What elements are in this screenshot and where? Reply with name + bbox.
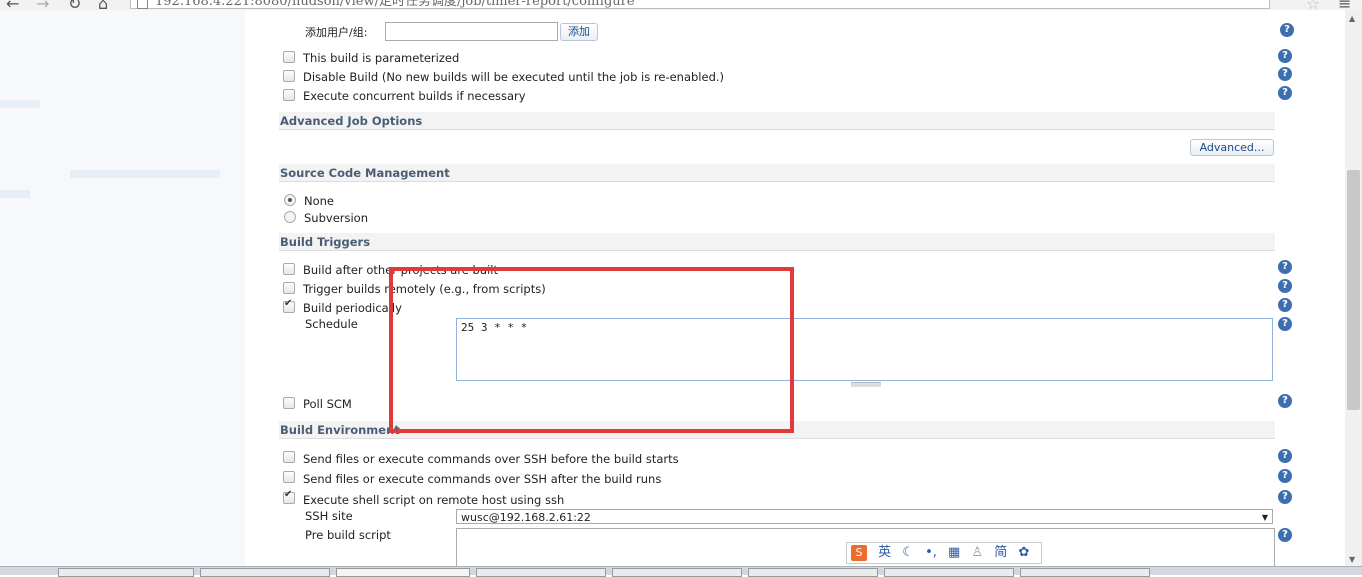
sidebar-placeholder <box>0 190 30 198</box>
back-icon[interactable]: ← <box>6 0 19 10</box>
keyboard-icon[interactable]: ▦ <box>948 543 960 563</box>
scroll-down-icon[interactable]: ▼ <box>1349 555 1355 564</box>
help-icon[interactable]: ? <box>1278 49 1292 63</box>
bookmark-star-icon[interactable]: ☆ <box>1306 0 1320 10</box>
taskbar-item[interactable] <box>884 568 1014 577</box>
scm-none-radio[interactable] <box>284 194 296 206</box>
ssh-site-label: SSH site <box>305 509 353 523</box>
forward-icon[interactable]: → <box>36 0 49 10</box>
scrollbar-thumb[interactable] <box>1347 170 1360 410</box>
scm-header: Source Code Management <box>279 164 1275 182</box>
parameterized-checkbox[interactable] <box>283 51 295 63</box>
build-after-other-checkbox[interactable] <box>283 263 295 275</box>
settings-gear-icon[interactable]: ✿ <box>1018 543 1029 563</box>
parameterized-label: This build is parameterized <box>303 51 460 65</box>
concurrent-builds-label: Execute concurrent builds if necessary <box>303 89 526 103</box>
ime-logo-icon: S <box>851 545 867 561</box>
ime-toolbar[interactable]: S 英 ☾ •, ▦ ♙ 简 ✿ <box>846 542 1042 564</box>
sidebar-placeholder <box>70 170 220 178</box>
taskbar-item[interactable] <box>748 568 878 577</box>
browser-toolbar: ← → ↻ ⌂ 192.168.4.221:8080/hudson/view/定… <box>0 0 1362 10</box>
help-icon[interactable]: ? <box>1278 394 1292 408</box>
help-icon[interactable]: ? <box>1278 298 1292 312</box>
concurrent-builds-checkbox[interactable] <box>283 89 295 101</box>
scm-none-label: None <box>304 194 335 208</box>
advanced-button[interactable]: Advanced... <box>1190 139 1274 156</box>
scm-subversion-label: Subversion <box>304 211 369 225</box>
remote-shell-label: Execute shell script on remote host usin… <box>303 493 565 507</box>
schedule-label: Schedule <box>305 317 358 331</box>
help-icon[interactable]: ? <box>1280 23 1294 37</box>
taskbar-item[interactable] <box>476 568 606 577</box>
remote-shell-checkbox[interactable] <box>283 489 295 504</box>
reload-icon[interactable]: ↻ <box>68 0 81 10</box>
textarea-resize-grip[interactable] <box>851 382 881 387</box>
help-icon[interactable]: ? <box>1278 528 1292 542</box>
help-icon[interactable]: ? <box>1278 490 1292 504</box>
help-icon[interactable]: ? <box>1278 469 1292 483</box>
add-user-label: 添加用户/组: <box>305 26 368 39</box>
help-icon[interactable]: ? <box>1278 279 1292 293</box>
home-icon[interactable]: ⌂ <box>98 0 108 10</box>
chevron-down-icon: ▼ <box>1261 513 1268 522</box>
advanced-job-options-header: Advanced Job Options <box>279 112 1275 130</box>
punctuation-icon[interactable]: •, <box>925 543 937 563</box>
scroll-up-icon[interactable]: ▲ <box>1349 14 1355 23</box>
poll-scm-label: Poll SCM <box>303 397 352 411</box>
ssh-after-build-checkbox[interactable] <box>283 471 295 483</box>
taskbar-item[interactable] <box>200 568 330 577</box>
ssh-before-build-label: Send files or execute commands over SSH … <box>303 452 679 466</box>
sidebar-placeholder <box>0 100 40 108</box>
ssh-site-value: wusc@192.168.2.61:22 <box>461 511 591 524</box>
address-text: 192.168.4.221:8080/hudson/view/定时任务调度/jo… <box>155 0 635 9</box>
disable-build-checkbox[interactable] <box>283 70 295 82</box>
poll-scm-checkbox[interactable] <box>283 397 295 409</box>
taskbar-item[interactable] <box>612 568 742 577</box>
vertical-scrollbar[interactable]: ▲ ▼ <box>1345 10 1362 566</box>
address-bar[interactable]: 192.168.4.221:8080/hudson/view/定时任务调度/jo… <box>130 0 1270 9</box>
ssh-before-build-checkbox[interactable] <box>283 451 295 463</box>
menu-icon[interactable]: ≡ <box>1338 0 1351 10</box>
taskbar-item[interactable] <box>336 568 470 577</box>
build-periodically-label: Build periodically <box>303 301 402 315</box>
add-user-input[interactable] <box>385 22 558 41</box>
left-sidebar <box>0 10 245 566</box>
trigger-remotely-checkbox[interactable] <box>283 282 295 294</box>
help-icon[interactable]: ? <box>1278 317 1292 331</box>
help-icon[interactable]: ? <box>1278 449 1292 463</box>
ime-language-toggle[interactable]: 英 <box>878 543 891 563</box>
help-icon[interactable]: ? <box>1278 86 1292 100</box>
pre-build-script-label: Pre build script <box>305 528 391 542</box>
moon-icon[interactable]: ☾ <box>902 543 914 563</box>
help-icon[interactable]: ? <box>1278 67 1292 81</box>
scm-subversion-radio[interactable] <box>284 211 296 223</box>
taskbar-item[interactable] <box>58 568 194 577</box>
build-periodically-checkbox[interactable] <box>283 298 295 313</box>
help-icon[interactable]: ? <box>1278 260 1292 274</box>
build-triggers-header: Build Triggers <box>279 233 1275 251</box>
ssh-site-select[interactable]: wusc@192.168.2.61:22 ▼ <box>456 509 1273 524</box>
ssh-after-build-label: Send files or execute commands over SSH … <box>303 472 662 486</box>
page-icon <box>137 0 148 9</box>
highlight-box <box>389 267 794 433</box>
ime-mode-toggle[interactable]: 简 <box>994 543 1007 563</box>
disable-build-label: Disable Build (No new builds will be exe… <box>303 70 725 84</box>
taskbar-item[interactable] <box>1020 568 1150 577</box>
user-icon[interactable]: ♙ <box>971 543 983 563</box>
add-user-button[interactable]: 添加 <box>560 23 598 41</box>
